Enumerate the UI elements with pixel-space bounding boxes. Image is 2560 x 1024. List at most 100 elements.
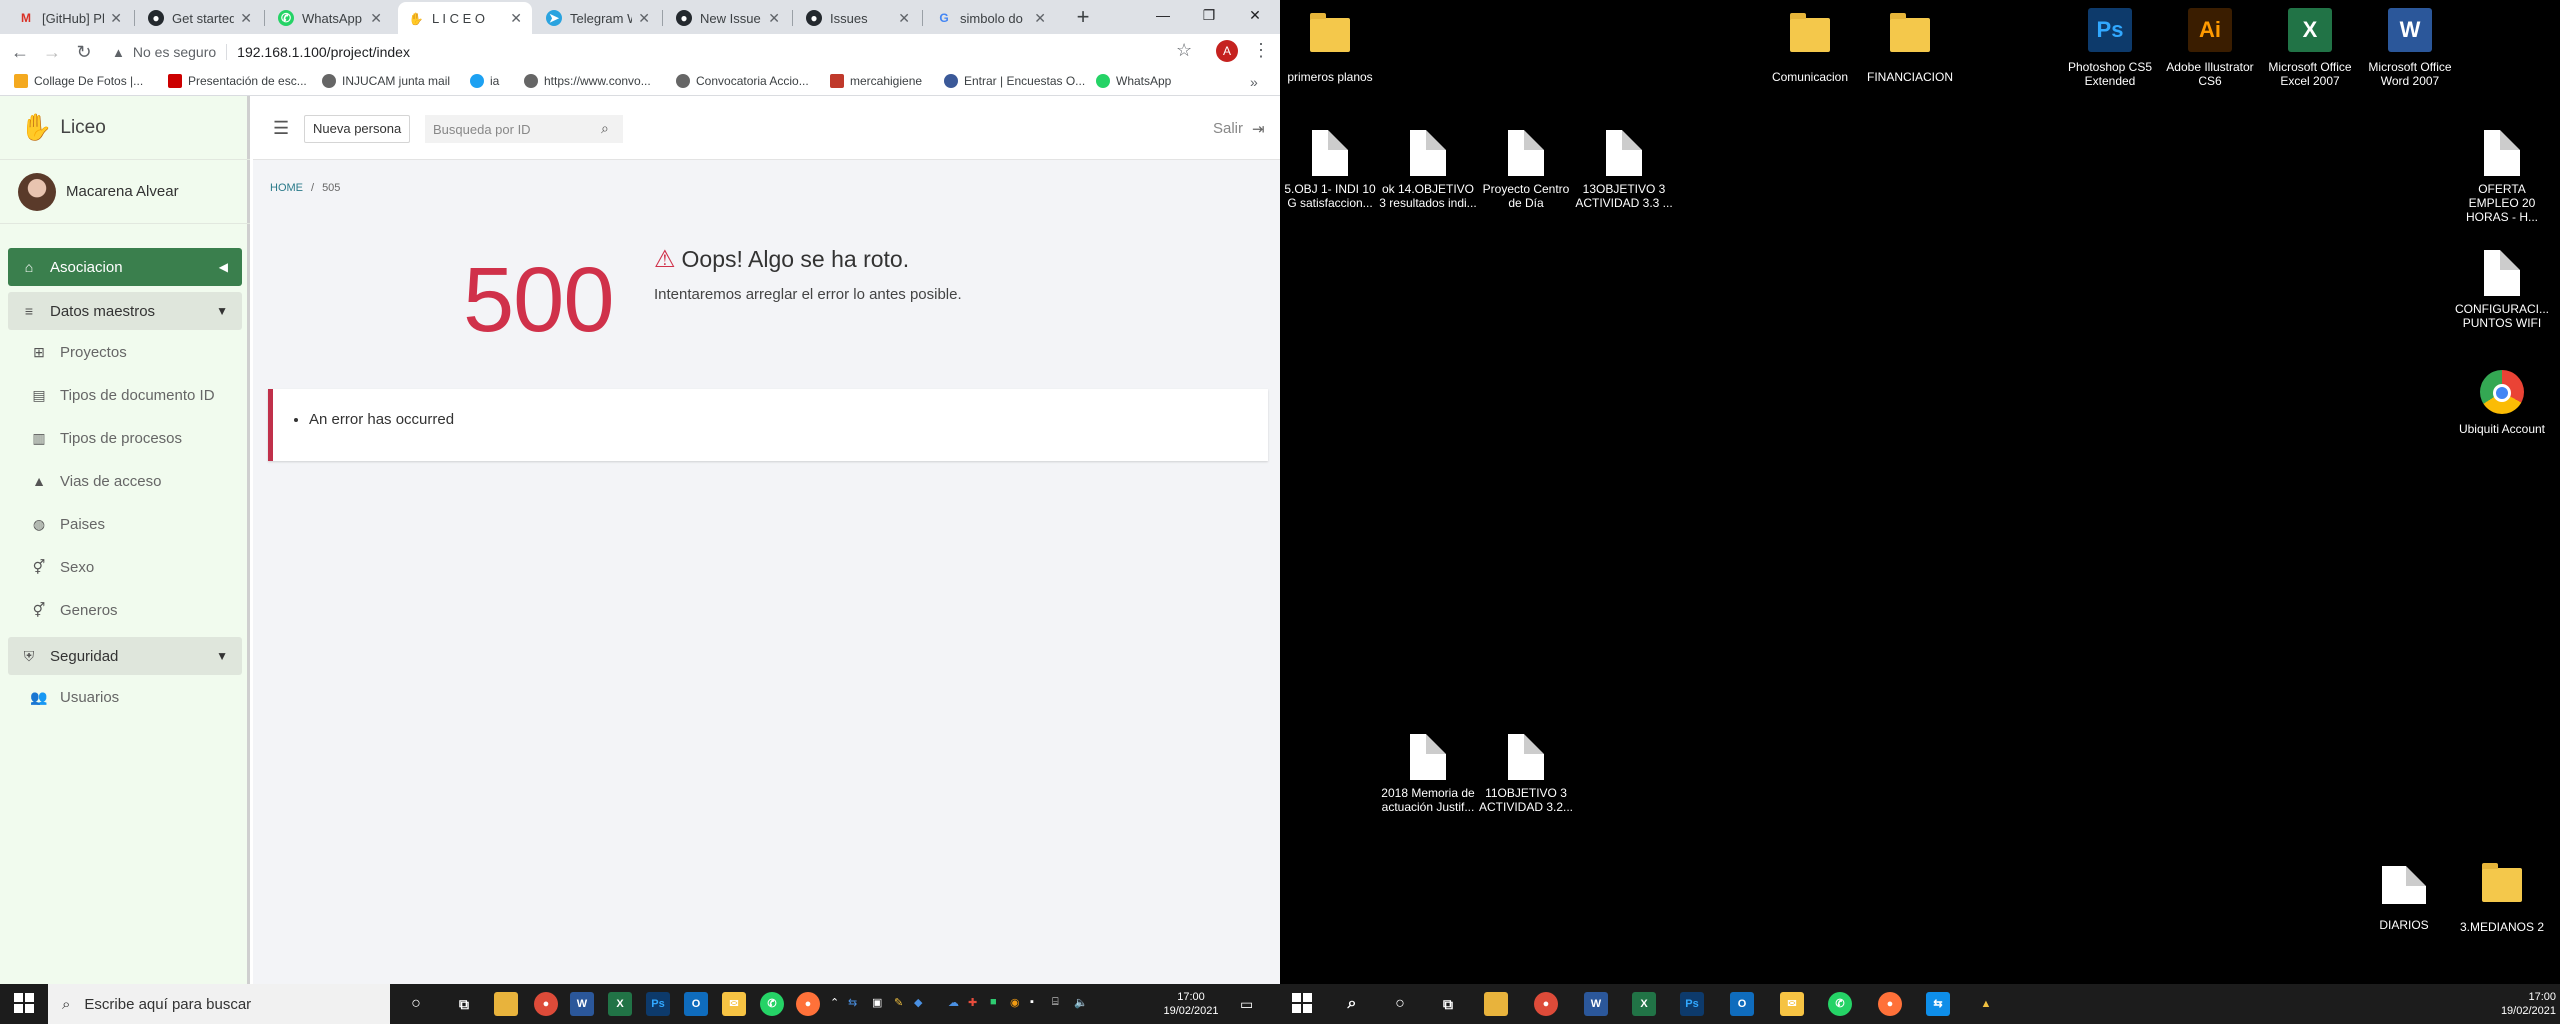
more-menu-icon[interactable]: ⋮	[1252, 40, 1270, 61]
search-icon[interactable]: ⌕	[1340, 992, 1364, 1016]
profile-avatar[interactable]: A	[1216, 40, 1238, 62]
forward-button[interactable]: →	[40, 40, 64, 64]
sidebar-item-seguridad[interactable]: ⛨ Seguridad ▼	[8, 637, 242, 675]
chrome-icon[interactable]: ●	[1534, 992, 1558, 1016]
task-view-icon[interactable]: ⧉	[1436, 992, 1460, 1016]
sidebar-item-paises[interactable]: ◍ Paises	[30, 509, 105, 539]
desktop-icon[interactable]: DIARIOS	[2354, 860, 2454, 932]
sidebar-item-asociacion[interactable]: ⌂ Asociacion ◀	[8, 248, 242, 286]
mail-icon[interactable]: ✉	[1780, 992, 1804, 1016]
taskbar-search[interactable]: ⌕ Escribe aquí para buscar	[48, 984, 390, 1024]
whatsapp-icon[interactable]: ✆	[1828, 992, 1852, 1016]
close-icon[interactable]: ✕	[768, 10, 780, 27]
desktop-icon[interactable]: ok 14.OBJETIVO 3 resultados indi...	[1378, 130, 1478, 210]
close-icon[interactable]: ✕	[510, 10, 522, 27]
bookmark-item[interactable]: INJUCAM junta mail	[322, 74, 450, 88]
desktop-icon[interactable]: CONFIGURACI... PUNTOS WIFI	[2452, 250, 2552, 330]
outlook-icon[interactable]: O	[684, 992, 708, 1016]
windows-start-icon[interactable]	[14, 993, 34, 1013]
search-input[interactable]	[425, 115, 623, 143]
notifications-icon[interactable]: ▭	[1240, 996, 1253, 1013]
desktop-icon[interactable]: 5.OBJ 1- INDI 10 G satisfaccion...	[1280, 130, 1380, 210]
new-tab-button[interactable]: +	[1068, 2, 1098, 32]
close-icon[interactable]: ✕	[1034, 10, 1046, 27]
logout-link[interactable]: Salir	[1213, 120, 1243, 137]
windows-start-icon[interactable]	[1292, 993, 1312, 1013]
tab-issues[interactable]: ● Issues ✕	[796, 2, 920, 34]
tray-icon[interactable]: ▣	[872, 996, 882, 1009]
teamviewer-icon[interactable]: ⇆	[1926, 992, 1950, 1016]
desktop-icon[interactable]: Proyecto Centro de Día	[1476, 130, 1576, 210]
desktop-icon[interactable]: W Microsoft Office Word 2007	[2360, 8, 2460, 88]
word-icon[interactable]: W	[1584, 992, 1608, 1016]
sidebar-item-vias-acceso[interactable]: ▲ Vias de acceso	[30, 466, 161, 496]
more-bookmarks-icon[interactable]: »	[1250, 74, 1258, 90]
desktop-icon[interactable]: 11OBJETIVO 3 ACTIVIDAD 3.2...	[1476, 734, 1576, 814]
desktop-icon[interactable]: 13OBJETIVO 3 ACTIVIDAD 3.3 ...	[1574, 130, 1674, 210]
desktop-icon[interactable]: FINANCIACION	[1860, 10, 1960, 84]
close-icon[interactable]: ✕	[638, 10, 650, 27]
file-explorer-icon[interactable]	[494, 992, 518, 1016]
file-explorer-icon[interactable]	[1484, 992, 1508, 1016]
desktop-icon[interactable]: OFERTA EMPLEO 20 HORAS - H...	[2452, 130, 2552, 224]
whatsapp-icon[interactable]: ✆	[760, 992, 784, 1016]
close-icon[interactable]: ✕	[370, 10, 382, 27]
tab-whatsapp[interactable]: ✆ WhatsApp ✕	[268, 2, 392, 34]
taskbar-clock[interactable]: 17:00 19/02/2021	[2476, 990, 2556, 1018]
photoshop-icon[interactable]: Ps	[646, 992, 670, 1016]
close-icon[interactable]: ✕	[898, 10, 910, 27]
taskbar-clock[interactable]: 17:00 19/02/2021	[1158, 990, 1224, 1018]
search-icon[interactable]: ⌕	[601, 120, 609, 137]
close-icon[interactable]: ✕	[240, 10, 252, 27]
tab-liceo[interactable]: ✋ L I C E O ✕	[398, 2, 532, 35]
restore-button[interactable]: ❐	[1186, 0, 1232, 32]
tray-icon[interactable]: ✚	[968, 996, 977, 1009]
bookmark-item[interactable]: Convocatoria Accio...	[676, 74, 809, 88]
tab-simbolo[interactable]: G simbolo do ✕	[926, 2, 1056, 34]
tab-new-issue[interactable]: ● New Issue ✕	[666, 2, 790, 34]
firefox-icon[interactable]: ●	[796, 992, 820, 1016]
tray-icon[interactable]: ✎	[894, 996, 903, 1009]
tab-gmail[interactable]: M [GitHub] Ple ✕	[8, 2, 132, 34]
cortana-icon[interactable]: ○	[1388, 992, 1412, 1016]
desktop-icon[interactable]: Ps Photoshop CS5 Extended	[2060, 8, 2160, 88]
outlook-icon[interactable]: O	[1730, 992, 1754, 1016]
network-icon[interactable]: ⌸	[1052, 996, 1059, 1009]
task-view-icon[interactable]: ⧉	[452, 992, 476, 1016]
desktop-icon[interactable]: primeros planos	[1280, 10, 1380, 84]
bookmark-item[interactable]: Entrar | Encuestas O...	[944, 74, 1085, 88]
sidebar-item-usuarios[interactable]: 👥 Usuarios	[30, 682, 119, 712]
sidebar-item-tipos-procesos[interactable]: ▥ Tipos de procesos	[30, 423, 182, 453]
tab-telegram[interactable]: ➤ Telegram W ✕	[536, 2, 660, 34]
tray-icon[interactable]: ▪	[1030, 996, 1034, 1008]
cortana-icon[interactable]: ○	[404, 992, 428, 1016]
address-bar[interactable]: ▲ No es seguro 192.168.1.100/project/ind…	[112, 38, 1204, 66]
word-icon[interactable]: W	[570, 992, 594, 1016]
bookmark-item[interactable]: ia	[470, 74, 499, 88]
sidebar-item-tipos-documento[interactable]: ▤ Tipos de documento ID	[30, 380, 214, 410]
sign-out-icon[interactable]: ⇥	[1252, 120, 1265, 138]
bookmark-item[interactable]: mercahigiene	[830, 74, 922, 88]
tray-chevron-icon[interactable]: ⌃	[830, 996, 839, 1009]
tray-icon[interactable]: ■	[990, 996, 997, 1008]
photoshop-icon[interactable]: Ps	[1680, 992, 1704, 1016]
tray-icon[interactable]: ◉	[1010, 996, 1020, 1009]
new-person-button[interactable]: Nueva persona	[304, 115, 411, 143]
desktop-icon[interactable]: Comunicacion	[1760, 10, 1860, 84]
back-button[interactable]: ←	[8, 40, 32, 64]
hamburger-icon[interactable]: ☰	[273, 118, 289, 139]
desktop-icon[interactable]: Ai Adobe Illustrator CS6	[2160, 8, 2260, 88]
bookmark-item[interactable]: Collage De Fotos |...	[14, 74, 143, 88]
chrome-icon[interactable]: ●	[534, 992, 558, 1016]
sidebar-item-datos-maestros[interactable]: ≡ Datos maestros ▼	[8, 292, 242, 330]
close-window-button[interactable]: ✕	[1232, 0, 1278, 32]
firefox-icon[interactable]: ●	[1878, 992, 1902, 1016]
volume-icon[interactable]: 🔈	[1074, 996, 1088, 1009]
mail-icon[interactable]: ✉	[722, 992, 746, 1016]
tray-icon[interactable]: ◆	[914, 996, 922, 1009]
minimize-button[interactable]: —	[1140, 0, 1186, 32]
excel-icon[interactable]: X	[608, 992, 632, 1016]
sidebar-item-sexo[interactable]: ⚥ Sexo	[30, 552, 95, 582]
bookmark-star-icon[interactable]: ☆	[1176, 40, 1192, 61]
desktop-icon[interactable]: Ubiquiti Account	[2452, 370, 2552, 436]
